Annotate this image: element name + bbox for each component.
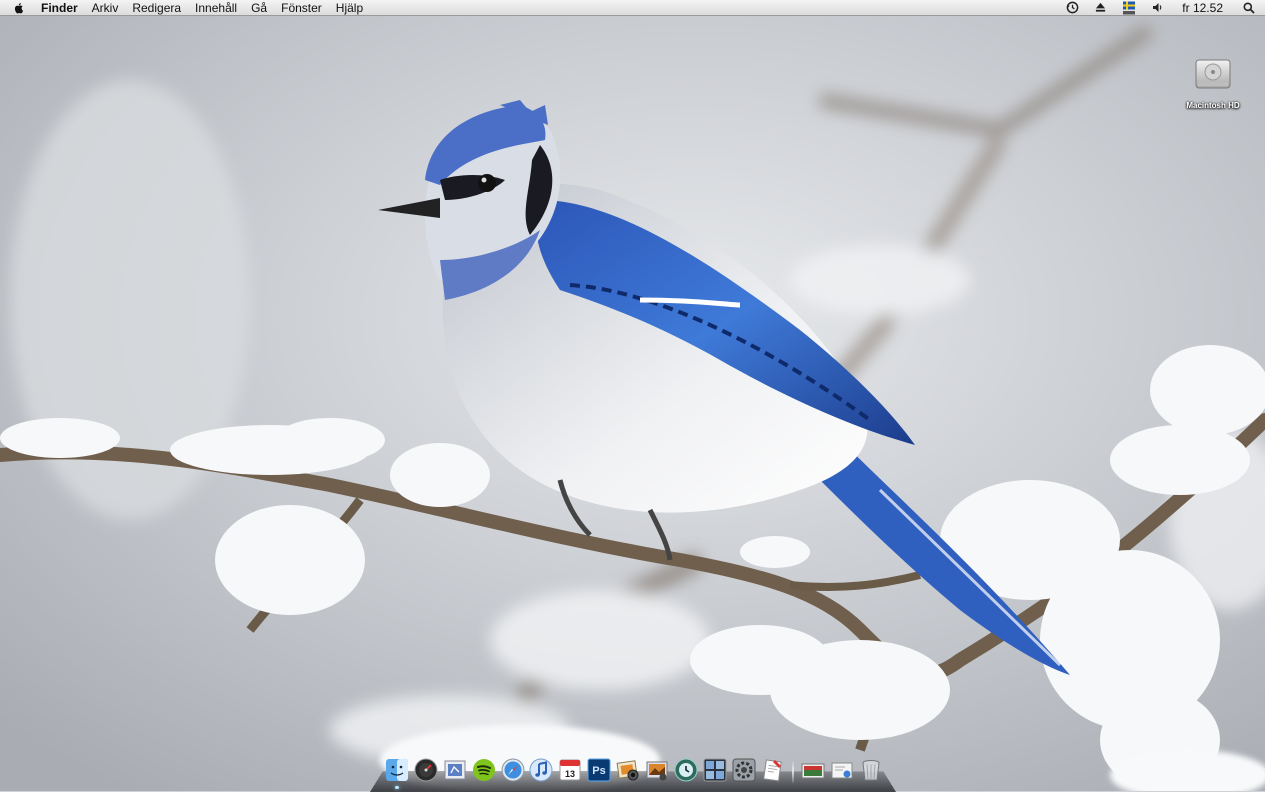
dock-item-dashboard[interactable]: [413, 757, 439, 783]
trash-icon: [862, 760, 880, 781]
itunes-icon: [529, 758, 553, 782]
menu-redigera[interactable]: Redigera: [125, 0, 188, 16]
finder-icon: [386, 759, 408, 781]
dock-stack-documents[interactable]: [800, 757, 826, 783]
spotlight-search-icon: [1243, 2, 1255, 14]
mail-icon: [444, 760, 466, 780]
dock: 13 Ps: [384, 753, 884, 789]
eject-icon: [1096, 2, 1106, 12]
dock-item-itunes[interactable]: [528, 757, 554, 783]
menu-extras: fr 12.52: [1058, 0, 1265, 16]
menu-app-name[interactable]: Finder: [34, 0, 85, 16]
downloads-stack-icon: [831, 762, 853, 779]
dock-item-iphoto[interactable]: [615, 757, 641, 783]
dock-item-time-machine[interactable]: [673, 757, 699, 783]
photoshop-icon: Ps: [587, 758, 611, 782]
eject-menu[interactable]: [1087, 0, 1114, 16]
image-capture-icon: [646, 761, 668, 781]
spotlight-menu[interactable]: [1235, 0, 1265, 16]
menu-arkiv[interactable]: Arkiv: [85, 0, 126, 16]
dashboard-icon: [414, 758, 438, 782]
dock-stack-downloads[interactable]: [829, 757, 855, 783]
safari-icon: [501, 758, 525, 782]
volume-icon: [1153, 3, 1162, 12]
menu-hjalp[interactable]: Hjälp: [329, 0, 370, 16]
spotify-icon: [472, 759, 495, 781]
iphoto-icon: [616, 760, 639, 781]
photoshop-label: Ps: [593, 765, 606, 777]
input-menu[interactable]: [1114, 0, 1144, 16]
hard-drive-icon: [1195, 59, 1231, 89]
menu-bar: Finder Arkiv Redigera Innehåll Gå Fönste…: [0, 0, 1265, 16]
running-indicator: [395, 786, 399, 789]
input-menu-swedish-pro-icon: [1123, 1, 1136, 14]
system-preferences-icon: [732, 758, 756, 782]
ical-date: 13: [565, 769, 575, 779]
dock-item-spotify[interactable]: [471, 757, 497, 783]
dock-item-spaces[interactable]: [702, 757, 728, 783]
desktop-icon-macintosh-hd[interactable]: Macintosh HD: [1180, 54, 1246, 110]
apple-icon: [14, 2, 24, 13]
time-machine-menu[interactable]: [1058, 0, 1087, 16]
dock-item-safari[interactable]: [500, 757, 526, 783]
dock-item-finder[interactable]: [384, 757, 410, 789]
time-machine-icon: [674, 758, 698, 782]
dock-item-photoshop[interactable]: Ps: [586, 757, 612, 783]
desktop-icon-label: Macintosh HD: [1186, 101, 1240, 110]
desktop-wallpaper: [0, 0, 1265, 791]
menu-fonster[interactable]: Fönster: [274, 0, 329, 16]
textedit-icon: [762, 759, 782, 782]
apple-menu[interactable]: [0, 2, 34, 14]
time-machine-icon: [1066, 1, 1079, 14]
volume-menu[interactable]: [1144, 0, 1172, 16]
dock-item-image-capture[interactable]: [644, 757, 670, 783]
documents-stack-icon: [801, 763, 825, 779]
dock-item-mail[interactable]: [442, 757, 468, 783]
ical-icon: 13: [559, 759, 581, 781]
dock-item-system-preferences[interactable]: [731, 757, 757, 783]
menu-ga[interactable]: Gå: [244, 0, 274, 16]
dock-trash[interactable]: [858, 757, 884, 783]
dock-separator: [792, 761, 795, 783]
menu-innehall[interactable]: Innehåll: [188, 0, 244, 16]
menu-clock[interactable]: fr 12.52: [1172, 1, 1235, 15]
dock-item-ical[interactable]: 13: [557, 757, 583, 783]
dock-item-textedit[interactable]: [760, 757, 786, 783]
spaces-icon: [703, 758, 727, 782]
